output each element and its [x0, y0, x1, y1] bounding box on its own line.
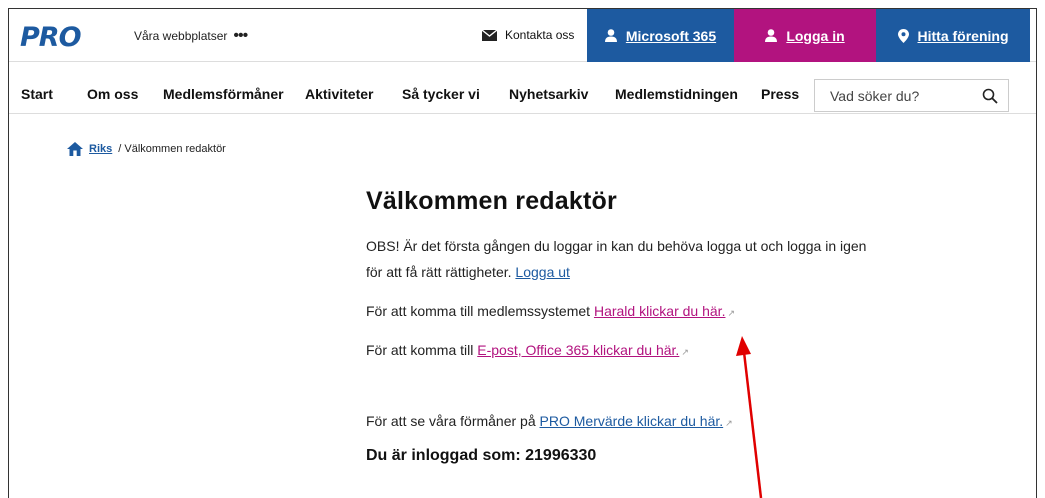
nav-nyhetsarkiv[interactable]: Nyhetsarkiv: [509, 86, 588, 102]
logged-in-status: Du är inloggad som: 21996330: [366, 447, 597, 464]
search-icon[interactable]: [982, 88, 998, 104]
search-placeholder: Vad söker du?: [830, 87, 920, 104]
microsoft365-label: Microsoft 365: [625, 27, 717, 44]
user-icon: [765, 29, 778, 42]
nav-medlemstidningen[interactable]: Medlemstidningen: [615, 86, 738, 102]
main-content: Välkommen redaktör OBS! Är det första gå…: [366, 187, 886, 465]
email-office365-link[interactable]: E-post, Office 365 klickar du här.: [477, 342, 679, 358]
logout-link[interactable]: Logga ut: [515, 264, 570, 280]
pro-logo[interactable]: PRO: [20, 22, 82, 53]
harald-link[interactable]: Harald klickar du här.: [594, 303, 726, 319]
login-label: Logga in: [786, 27, 845, 44]
external-link-icon: ↗: [681, 347, 689, 357]
sites-label: Våra webbplatser: [134, 29, 228, 43]
contact-link[interactable]: Kontakta oss: [482, 28, 574, 42]
envelope-icon: [482, 29, 497, 41]
notice-paragraph: OBS! Är det första gången du loggar in k…: [366, 233, 886, 285]
more-dots-icon: •••: [233, 27, 248, 44]
notice-text: OBS! Är det första gången du loggar in k…: [366, 238, 867, 280]
breadcrumb-current: / Välkommen redaktör: [118, 143, 226, 155]
map-pin-icon: [897, 28, 909, 43]
nav-press[interactable]: Press: [761, 86, 799, 102]
nav-aktiviteter[interactable]: Aktiviteter: [305, 86, 373, 102]
breadcrumb-home-link[interactable]: Riks: [89, 143, 112, 155]
home-icon[interactable]: [67, 142, 83, 156]
harald-paragraph: För att komma till medlemssystemet Haral…: [366, 298, 886, 326]
breadcrumb: Riks / Välkommen redaktör: [67, 142, 226, 156]
page-title: Välkommen redaktör: [366, 187, 617, 215]
find-association-button[interactable]: Hitta förening: [876, 9, 1030, 62]
browser-frame: PRO Våra webbplatser ••• Kontakta oss Mi…: [8, 8, 1037, 498]
top-bar: PRO Våra webbplatser ••• Kontakta oss Mi…: [9, 9, 1036, 62]
external-link-icon: ↗: [725, 418, 733, 428]
search-input[interactable]: Vad söker du?: [814, 79, 1009, 112]
pro-mervarde-link[interactable]: PRO Mervärde klickar du här.: [540, 413, 724, 429]
microsoft365-button[interactable]: Microsoft 365: [587, 9, 734, 62]
contact-label: Kontakta oss: [505, 28, 575, 42]
sites-menu[interactable]: Våra webbplatser •••: [134, 27, 248, 44]
nav-sa-tycker-vi[interactable]: Så tycker vi: [402, 86, 480, 102]
email-text: För att komma till: [366, 342, 474, 358]
benefits-paragraph: För att se våra förmåner på PRO Mervärde…: [366, 408, 886, 436]
login-button[interactable]: Logga in: [734, 9, 876, 62]
email-paragraph: För att komma till E-post, Office 365 kl…: [366, 337, 886, 365]
nav-start[interactable]: Start: [21, 86, 53, 102]
external-link-icon: ↗: [727, 308, 736, 318]
user-icon: [604, 29, 617, 42]
nav-om-oss[interactable]: Om oss: [87, 86, 138, 102]
find-association-label: Hitta förening: [917, 27, 1009, 44]
nav-medlemsformaner[interactable]: Medlemsförmåner: [163, 86, 284, 102]
benefits-text: För att se våra förmåner på: [366, 413, 536, 429]
harald-text: För att komma till medlemssystemet: [366, 303, 591, 319]
